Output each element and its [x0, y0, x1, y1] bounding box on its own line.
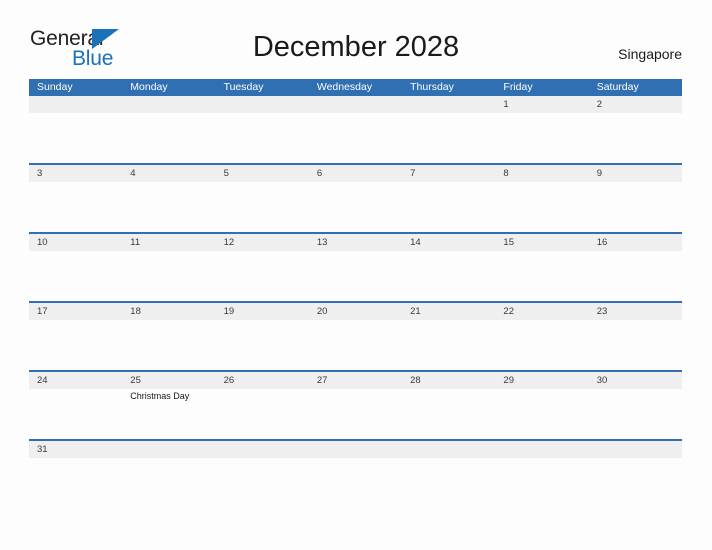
calendar-day-cell[interactable]: 29: [495, 372, 588, 439]
calendar-day-cell[interactable]: 6: [309, 165, 402, 232]
calendar-day-cell[interactable]: 14: [402, 234, 495, 301]
calendar-day-cell[interactable]: 1: [495, 96, 588, 163]
calendar-day-cell[interactable]: 2: [589, 96, 682, 163]
calendar-day-cell[interactable]: 30: [589, 372, 682, 439]
calendar-day-cell[interactable]: 8: [495, 165, 588, 232]
calendar-day-cell[interactable]: [29, 96, 122, 163]
calendar-day-cell[interactable]: [309, 441, 402, 469]
calendar-week-row: 3 4 5 6 7 8 9: [29, 165, 682, 234]
day-number: 13: [316, 237, 328, 248]
day-number: 9: [596, 168, 602, 179]
day-number: 5: [223, 168, 229, 179]
calendar-day-cell[interactable]: 22: [495, 303, 588, 370]
calendar-day-cell[interactable]: 13: [309, 234, 402, 301]
calendar-week-row: 1 2: [29, 96, 682, 165]
day-of-week-header-row: Sunday Monday Tuesday Wednesday Thursday…: [29, 79, 682, 96]
calendar-day-cell[interactable]: 18: [122, 303, 215, 370]
calendar-day-cell[interactable]: 31: [29, 441, 122, 469]
dow-sunday: Sunday: [37, 81, 73, 93]
day-number: 21: [410, 306, 421, 317]
calendar-week-row: 31: [29, 441, 682, 469]
calendar-day-cell[interactable]: 11: [122, 234, 215, 301]
calendar-day-cell[interactable]: 27: [309, 372, 402, 439]
calendar-day-cell[interactable]: 20: [309, 303, 402, 370]
calendar-day-cell[interactable]: [216, 441, 309, 469]
calendar-week-row: 17 18 19 20 21 22 23: [29, 303, 682, 372]
calendar-day-cell[interactable]: [589, 441, 682, 469]
day-number: 19: [223, 306, 235, 317]
calendar-day-cell[interactable]: 5: [216, 165, 309, 232]
day-number: 31: [37, 444, 48, 455]
day-number: 4: [130, 168, 136, 179]
day-number: 30: [596, 375, 608, 386]
day-number: 24: [37, 375, 48, 386]
calendar-day-cell[interactable]: [216, 96, 309, 163]
day-number: 10: [37, 237, 48, 248]
dow-friday: Friday: [503, 81, 533, 93]
calendar-page: General Blue December 2028 Singapore Sun…: [0, 0, 712, 550]
day-number: 22: [503, 306, 514, 317]
calendar-day-cell[interactable]: 19: [216, 303, 309, 370]
calendar-day-cell[interactable]: [122, 96, 215, 163]
calendar-day-cell[interactable]: 16: [589, 234, 682, 301]
calendar-day-cell[interactable]: 3: [29, 165, 122, 232]
day-number: 11: [130, 237, 141, 248]
calendar-day-cell[interactable]: 21: [402, 303, 495, 370]
calendar-day-cell[interactable]: 24: [29, 372, 122, 439]
day-number: 17: [37, 306, 48, 317]
calendar-day-cell[interactable]: [122, 441, 215, 469]
calendar-day-cell[interactable]: 15: [495, 234, 588, 301]
day-number: 16: [596, 237, 608, 248]
day-number: 28: [410, 375, 421, 386]
calendar-day-cell[interactable]: 26: [216, 372, 309, 439]
calendar-day-cell[interactable]: 9: [589, 165, 682, 232]
day-number: 2: [596, 99, 602, 110]
day-number: 8: [503, 168, 509, 179]
calendar-day-cell[interactable]: [495, 441, 588, 469]
calendar-day-cell[interactable]: 25 Christmas Day: [122, 372, 215, 439]
day-number: 14: [410, 237, 421, 248]
day-number: 12: [223, 237, 235, 248]
page-title: December 2028: [252, 31, 460, 63]
day-number: 15: [503, 237, 514, 248]
calendar-day-cell[interactable]: [402, 441, 495, 469]
day-event-label: Christmas Day: [130, 391, 190, 401]
calendar-week-row: 10 11 12 13 14 15 16: [29, 234, 682, 303]
calendar-day-cell[interactable]: 23: [589, 303, 682, 370]
dow-wednesday: Wednesday: [316, 81, 373, 93]
day-number: 7: [410, 168, 416, 179]
calendar-day-cell[interactable]: [309, 96, 402, 163]
calendar-day-cell[interactable]: 10: [29, 234, 122, 301]
calendar-day-cell[interactable]: 12: [216, 234, 309, 301]
calendar-day-cell[interactable]: [402, 96, 495, 163]
day-number: 20: [316, 306, 328, 317]
dow-monday: Monday: [130, 81, 168, 93]
calendar-day-cell[interactable]: 7: [402, 165, 495, 232]
dow-tuesday: Tuesday: [223, 81, 264, 93]
day-number: 29: [503, 375, 514, 386]
calendar-week-row: 24 25 Christmas Day 26 27 28 29 30: [29, 372, 682, 441]
day-number: 6: [316, 168, 323, 179]
dow-thursday: Thursday: [410, 81, 454, 93]
page-header: General Blue December 2028 Singapore: [0, 0, 712, 74]
day-number: 23: [596, 306, 608, 317]
calendar-day-cell[interactable]: 4: [122, 165, 215, 232]
calendar-day-cell[interactable]: 17: [29, 303, 122, 370]
region-label: Singapore: [618, 46, 682, 62]
dow-saturday: Saturday: [596, 81, 639, 93]
day-number: 18: [130, 306, 141, 317]
calendar-day-cell[interactable]: 28: [402, 372, 495, 439]
day-number: 3: [37, 168, 43, 179]
day-number: 27: [316, 375, 328, 386]
day-number: 25: [130, 375, 141, 386]
calendar-grid: Sunday Monday Tuesday Wednesday Thursday…: [29, 79, 682, 469]
day-number: 26: [223, 375, 235, 386]
day-number: 1: [503, 99, 509, 110]
